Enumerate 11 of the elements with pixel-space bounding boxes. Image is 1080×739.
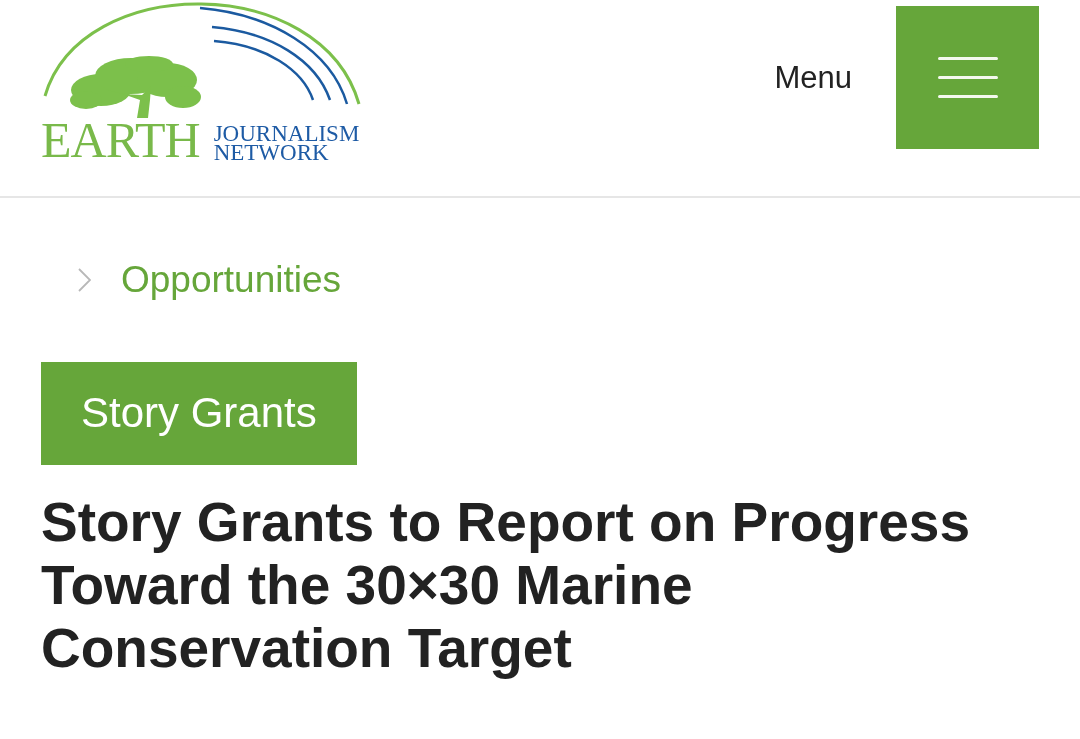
logo-subtext: JOURNALISM: [213, 124, 360, 143]
tree-arc-logo-icon[interactable]: [41, 0, 363, 118]
article-title: Story Grants to Report on Progress Toward the 30×30 Marine Conservation Target: [41, 491, 972, 680]
menu-icon: [937, 57, 998, 98]
menu-label[interactable]: Menu: [774, 59, 852, 96]
breadcrumb-link[interactable]: Opportunities: [121, 258, 342, 302]
category-tag[interactable]: Story Grants: [41, 362, 357, 465]
logo-subtext: NETWORK: [213, 143, 329, 162]
chevron-right-icon: [78, 268, 91, 292]
menu-button[interactable]: [896, 6, 1039, 149]
logo-wordmark: EARTH: [41, 118, 200, 162]
